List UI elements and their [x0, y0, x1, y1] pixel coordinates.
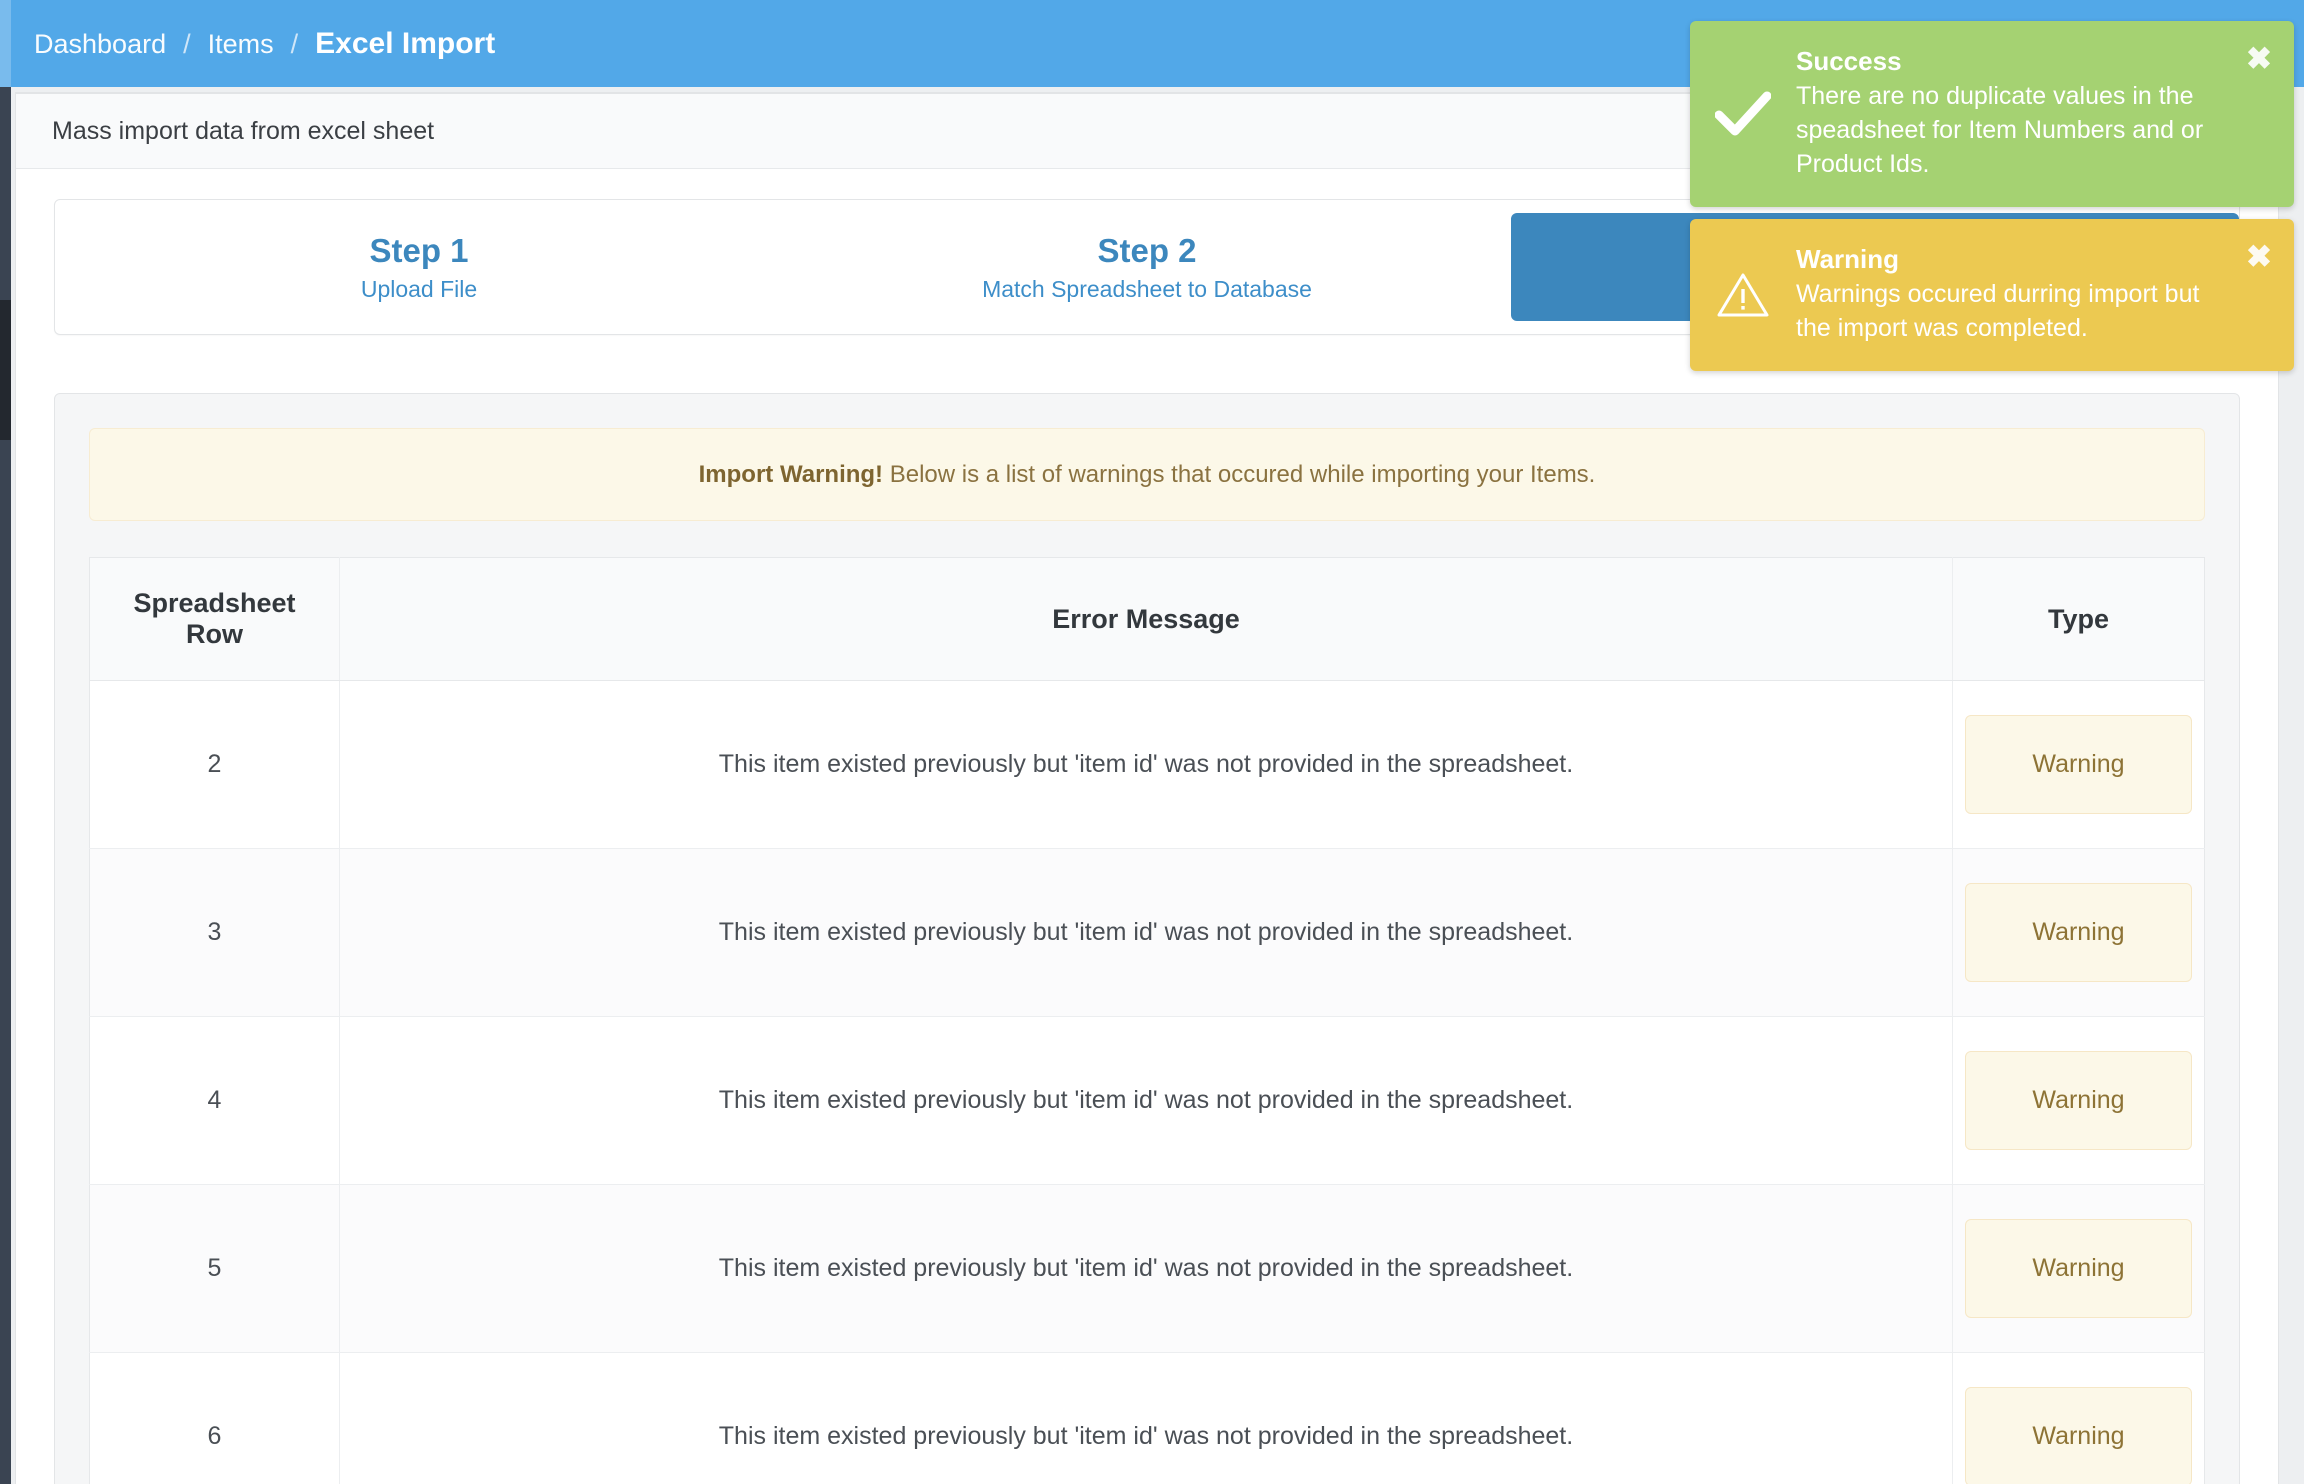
sidebar-strip-active-segment [0, 300, 11, 440]
cell-spreadsheet-row: 3 [90, 849, 340, 1017]
import-warning-banner: Import Warning! Below is a list of warni… [89, 428, 2205, 521]
cell-error-message: This item existed previously but 'item i… [340, 1017, 1953, 1185]
step-2-title: Step 2 [1097, 234, 1196, 267]
cell-error-message: This item existed previously but 'item i… [340, 1353, 1953, 1484]
warnings-table-head: Spreadsheet Row Error Message Type [90, 558, 2205, 681]
cell-type: Warning [1953, 849, 2205, 1017]
cell-error-message: This item existed previously but 'item i… [340, 681, 1953, 849]
status-badge: Warning [1965, 1051, 2192, 1150]
toast-warning-message: Warnings occured durring import but the … [1796, 277, 2236, 345]
page-title: Mass import data from excel sheet [52, 117, 434, 146]
toast-success[interactable]: ✖ Success There are no duplicate values … [1690, 21, 2294, 207]
step-2-match-spreadsheet[interactable]: Step 2 Match Spreadsheet to Database [783, 200, 1511, 334]
table-row: 4 This item existed previously but 'item… [90, 1017, 2205, 1185]
status-badge: Warning [1965, 1387, 2192, 1484]
toast-success-title: Success [1796, 47, 2236, 77]
results-panel: Import Warning! Below is a list of warni… [54, 393, 2240, 1484]
sidebar-strip[interactable] [0, 0, 11, 1484]
toast-stack: ✖ Success There are no duplicate values … [1690, 21, 2294, 383]
status-badge: Warning [1965, 715, 2192, 814]
cell-error-message: This item existed previously but 'item i… [340, 849, 1953, 1017]
cell-type: Warning [1953, 1185, 2205, 1353]
breadcrumb-item-dashboard[interactable]: Dashboard [34, 29, 166, 60]
cell-spreadsheet-row: 6 [90, 1353, 340, 1484]
toast-success-message: There are no duplicate values in the spe… [1796, 79, 2236, 181]
app-root: Dashboard / Items / Excel Import Mass im… [0, 0, 2304, 1484]
status-badge: Warning [1965, 1219, 2192, 1318]
close-icon[interactable]: ✖ [2246, 241, 2272, 272]
sidebar-strip-top-accent [0, 0, 11, 87]
close-icon[interactable]: ✖ [2246, 43, 2272, 74]
table-header-row: Spreadsheet Row Error Message Type [90, 558, 2205, 681]
table-row: 3 This item existed previously but 'item… [90, 849, 2205, 1017]
table-row: 2 This item existed previously but 'item… [90, 681, 2205, 849]
status-badge: Warning [1965, 883, 2192, 982]
import-warning-text: Below is a list of warnings that occured… [883, 461, 1595, 488]
breadcrumb-separator: / [183, 29, 191, 60]
warning-triangle-icon [1714, 266, 1772, 324]
cell-type: Warning [1953, 681, 2205, 849]
column-header-error-message: Error Message [340, 558, 1953, 681]
breadcrumb: Dashboard / Items / Excel Import [34, 27, 495, 61]
breadcrumb-separator: / [291, 29, 299, 60]
step-1-title: Step 1 [369, 234, 468, 267]
breadcrumb-item-items[interactable]: Items [208, 29, 274, 60]
breadcrumb-item-current: Excel Import [315, 27, 495, 61]
warnings-table-body: 2 This item existed previously but 'item… [90, 681, 2205, 1484]
warnings-table: Spreadsheet Row Error Message Type 2 Thi… [89, 557, 2205, 1484]
step-1-subtitle: Upload File [361, 278, 477, 301]
cell-type: Warning [1953, 1017, 2205, 1185]
toast-warning[interactable]: ✖ Warning Warnings occured durring impor… [1690, 219, 2294, 371]
cell-spreadsheet-row: 4 [90, 1017, 340, 1185]
cell-spreadsheet-row: 2 [90, 681, 340, 849]
cell-spreadsheet-row: 5 [90, 1185, 340, 1353]
step-2-subtitle: Match Spreadsheet to Database [982, 278, 1312, 301]
column-header-spreadsheet-row: Spreadsheet Row [90, 558, 340, 681]
table-row: 6 This item existed previously but 'item… [90, 1353, 2205, 1484]
column-header-type: Type [1953, 558, 2205, 681]
toast-warning-title: Warning [1796, 245, 2236, 275]
table-row: 5 This item existed previously but 'item… [90, 1185, 2205, 1353]
cell-type: Warning [1953, 1353, 2205, 1484]
step-1-upload-file[interactable]: Step 1 Upload File [55, 200, 783, 334]
check-icon [1714, 85, 1772, 143]
import-warning-strong: Import Warning! [699, 461, 883, 488]
cell-error-message: This item existed previously but 'item i… [340, 1185, 1953, 1353]
